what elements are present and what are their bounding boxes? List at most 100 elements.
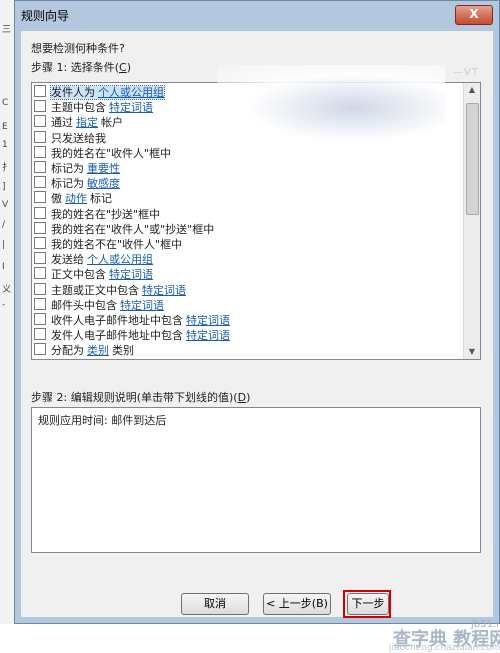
condition-item[interactable]: 我的姓名不在"收件人"框中 — [34, 237, 182, 251]
condition-label: 主题中包含 — [51, 101, 106, 115]
condition-item[interactable]: 只发送给我 — [34, 130, 106, 145]
condition-label: 我的姓名在"抄送"框中 — [51, 207, 161, 221]
condition-item[interactable]: 收件人电子邮件地址中包含 特定词语 — [34, 313, 230, 327]
condition-value-link[interactable]: 特定词语 — [109, 101, 153, 114]
condition-checkbox[interactable] — [34, 282, 46, 295]
condition-checkbox[interactable] — [34, 297, 46, 310]
dialog-client-area: 想要检测何种条件? 步骤 1: 选择条件(C) 发件人为 个人或公用组 主题中包含特… — [21, 31, 500, 653]
condition-checkbox[interactable] — [34, 343, 46, 356]
condition-text: 只发送给我 — [51, 132, 106, 145]
condition-value-link[interactable]: 个人或公用组 — [98, 86, 164, 99]
close-button[interactable]: X — [455, 5, 493, 25]
strip-char: / — [2, 220, 6, 230]
back-button[interactable]: < 上一步(B) — [263, 593, 331, 615]
condition-item[interactable]: 标记为 重要性 — [34, 161, 120, 175]
condition-label: 发件人为 — [51, 86, 95, 99]
condition-item[interactable]: 邮件头中包含 特定词语 — [34, 297, 164, 312]
condition-value-link[interactable]: 类别 — [87, 344, 109, 357]
condition-checkbox[interactable] — [34, 267, 46, 280]
condition-text: 收件人电子邮件地址中包含 特定词语 — [51, 314, 230, 327]
scroll-thumb[interactable] — [466, 103, 479, 215]
strip-char: 义 — [2, 285, 12, 295]
step2-label-text: 步骤 2: 编辑规则说明(单击带下划线的值)( — [31, 391, 238, 404]
condition-value-link[interactable]: 特定词语 — [186, 329, 230, 342]
next-button-highlight — [343, 590, 391, 618]
strip-char: - — [2, 300, 6, 310]
condition-label: 分配为 — [51, 344, 84, 358]
condition-checkbox[interactable] — [34, 115, 46, 128]
condition-item[interactable]: 主题或正文中包含 特定词语 — [34, 282, 186, 297]
scroll-up-icon: ▲ — [468, 85, 476, 94]
condition-item[interactable]: 分配为 类别 类别 — [34, 343, 134, 357]
condition-value-link[interactable]: 重要性 — [87, 162, 120, 175]
strip-char: C — [2, 98, 9, 108]
condition-checkbox[interactable] — [34, 237, 46, 249]
condition-text: 邮件头中包含 特定词语 — [51, 299, 164, 312]
condition-label: 邮件头中包含 — [51, 298, 117, 312]
condition-item[interactable]: 傲动作 标记 — [34, 191, 112, 205]
strip-char: | — [2, 240, 6, 250]
watermark-url: jiaocheng.chazidian.com — [389, 643, 500, 653]
condition-checkbox[interactable] — [34, 145, 46, 158]
condition-value-link[interactable]: 指定 — [76, 116, 98, 129]
condition-item[interactable]: 我的姓名在"抄送"框中 — [34, 206, 160, 221]
scroll-down-button[interactable]: ▼ — [464, 345, 480, 359]
scroll-down-icon: ▼ — [468, 347, 476, 356]
condition-checkbox[interactable] — [34, 85, 46, 97]
condition-item[interactable]: 我的姓名在"收件人"或"抄送"框中 — [34, 221, 214, 236]
condition-value-link[interactable]: 动作 — [65, 192, 87, 205]
rule-description-box[interactable]: 规则应用时间: 邮件到达后 — [31, 407, 481, 553]
condition-text: 标记为 敏感度 — [51, 177, 120, 190]
condition-checkbox[interactable] — [34, 191, 46, 204]
watermark-top-right: —VT — [453, 67, 479, 78]
condition-item[interactable]: 我的姓名在"收件人"框中 — [34, 145, 171, 160]
condition-checkbox[interactable] — [34, 313, 46, 325]
condition-text: 我的姓名在"抄送"框中 — [51, 208, 160, 221]
step1-label-end: ) — [126, 61, 131, 74]
scroll-up-button[interactable]: ▲ — [464, 83, 480, 97]
condition-text: 发送给 个人或公用组 — [51, 253, 153, 266]
condition-text: 傲动作 标记 — [51, 192, 112, 205]
strip-char: I — [2, 262, 5, 272]
condition-item[interactable]: 正文中包含 特定词语 — [34, 267, 153, 281]
condition-label: 标记为 — [51, 177, 84, 191]
condition-item[interactable]: 主题中包含 特定词语 — [34, 100, 153, 114]
condition-item[interactable]: 通过 指定 帐户 — [34, 115, 123, 129]
condition-checkbox[interactable] — [34, 206, 46, 219]
cancel-button[interactable]: 取消 — [181, 593, 249, 615]
condition-checkbox[interactable] — [34, 328, 46, 341]
condition-text: 主题中包含 特定词语 — [51, 101, 153, 114]
condition-label: 发送给 — [51, 253, 84, 267]
condition-item[interactable]: 发送给 个人或公用组 — [34, 252, 153, 266]
glare-overlay — [217, 65, 445, 143]
condition-value-link[interactable]: 特定词语 — [186, 314, 230, 327]
condition-text: 分配为 类别 类别 — [51, 344, 134, 357]
condition-value-link[interactable]: 特定词语 — [109, 268, 153, 281]
condition-checkbox[interactable] — [34, 161, 46, 173]
step2-label: 步骤 2: 编辑规则说明(单击带下划线的值)(D) — [31, 389, 250, 405]
condition-label: 只发送给我 — [51, 131, 106, 145]
condition-checkbox[interactable] — [34, 221, 46, 234]
step2-accelerator: D — [237, 391, 247, 404]
condition-item[interactable]: 发件人电子邮件地址中包含 特定词语 — [34, 328, 230, 342]
condition-value-link[interactable]: 个人或公用组 — [87, 253, 153, 266]
rule-description-text: 规则应用时间: 邮件到达后 — [38, 414, 167, 427]
strip-char: 1 — [2, 140, 8, 150]
close-icon: X — [469, 7, 479, 21]
condition-value-link[interactable]: 敏感度 — [87, 177, 120, 190]
condition-suffix: 标记 — [90, 192, 112, 206]
condition-checkbox[interactable] — [34, 130, 46, 143]
condition-value-link[interactable]: 特定词语 — [142, 284, 186, 297]
condition-label: 我的姓名不在"收件人"框中 — [51, 238, 183, 251]
step1-label-text: 步骤 1: 选择条件( — [31, 61, 119, 74]
condition-item[interactable]: 发件人为 个人或公用组 — [34, 85, 165, 100]
condition-item[interactable]: 标记为 敏感度 — [34, 176, 120, 190]
condition-checkbox[interactable] — [34, 252, 46, 265]
condition-checkbox[interactable] — [34, 176, 46, 189]
condition-label: 傲 — [51, 192, 62, 206]
condition-text: 我的姓名在"收件人"或"抄送"框中 — [51, 223, 214, 236]
condition-list-scrollbar[interactable]: ▲ ▼ — [463, 83, 480, 359]
condition-value-link[interactable]: 特定词语 — [120, 299, 164, 312]
condition-text: 我的姓名不在"收件人"框中 — [51, 238, 182, 251]
condition-checkbox[interactable] — [34, 100, 46, 113]
